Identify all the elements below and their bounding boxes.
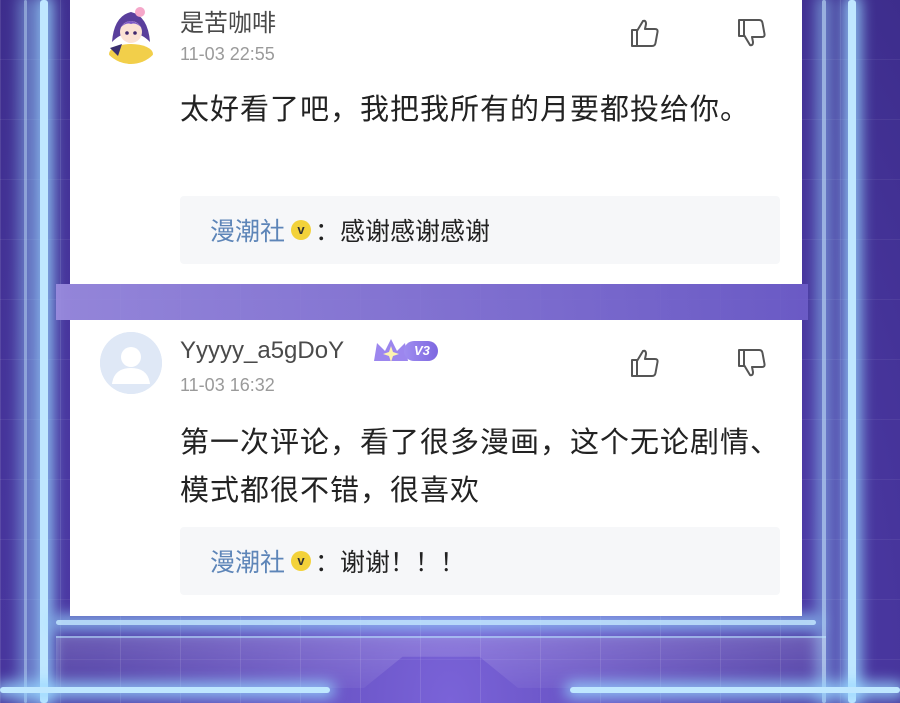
vip-level: V3 — [404, 341, 438, 361]
thumbs-up-icon — [631, 349, 659, 377]
separator-band — [56, 284, 808, 320]
reply-separator: ： — [315, 217, 341, 246]
timestamp: 11-03 22:55 — [180, 44, 275, 64]
verified-badge-icon: v — [291, 220, 312, 240]
default-avatar-icon — [100, 332, 162, 394]
thumbs-down-icon — [738, 349, 766, 377]
neon-line — [570, 687, 900, 693]
neon-line — [848, 0, 856, 703]
reply-text: 感谢感谢感谢 — [340, 217, 491, 246]
dislike-button[interactable] — [735, 16, 769, 50]
reply-separator: ： — [315, 548, 341, 577]
timestamp: 11-03 16:32 — [180, 375, 275, 395]
thumbs-up-icon — [631, 19, 659, 47]
username[interactable]: Yyyyy_a5gDoY — [180, 337, 344, 365]
neon-line — [40, 0, 48, 703]
comment-text: 太好看了吧，我把我所有的月要都投给你。 — [180, 92, 751, 126]
comment-text: 第一次评论，看了很多漫画，这个无论剧情、模式都很不错，很喜欢 — [180, 425, 781, 507]
verified-badge-icon: v — [291, 551, 312, 571]
vip-badge: V3 — [372, 336, 438, 366]
author-reply: 漫潮社 v ： 感谢感谢感谢 — [180, 196, 780, 264]
neon-line — [0, 687, 330, 693]
comment-card: Yyyyy_a5gDoY V3 11-03 16:32 第一次评论，看了很多漫画… — [70, 320, 802, 616]
username[interactable]: 是苦咖啡 — [180, 3, 276, 38]
dislike-button[interactable] — [735, 346, 769, 380]
reply-text: 谢谢！！！ — [340, 548, 466, 577]
neon-line — [56, 620, 816, 625]
like-button[interactable] — [628, 346, 662, 380]
neon-line — [24, 0, 27, 703]
like-button[interactable] — [628, 16, 662, 50]
author-reply: 漫潮社 v ： 谢谢！！！ — [180, 527, 780, 595]
reply-author[interactable]: 漫潮社 — [210, 543, 285, 579]
anime-avatar-icon — [100, 2, 162, 64]
avatar[interactable] — [100, 332, 162, 394]
reply-author[interactable]: 漫潮社 — [210, 212, 285, 248]
avatar[interactable] — [100, 2, 162, 64]
thumbs-down-icon — [738, 19, 766, 47]
comment-card: 是苦咖啡 11-03 22:55 太好看了吧，我把我所有的月要都投给你。 漫潮社… — [70, 0, 802, 284]
neon-line — [822, 0, 826, 703]
